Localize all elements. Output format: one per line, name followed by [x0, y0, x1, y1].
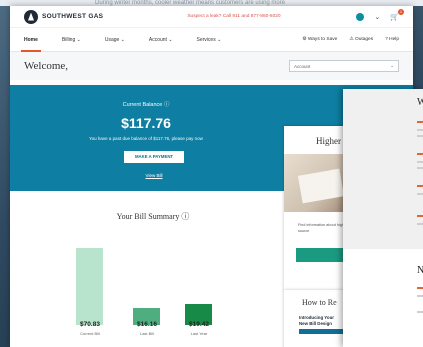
overlay-text-line [417, 129, 423, 131]
current-balance-amount: $117.76 [121, 115, 171, 131]
past-due-note: You have a past due balance of $117.76, … [89, 136, 203, 141]
bar-value-label: $70.83 [80, 321, 100, 328]
help-link[interactable]: ? Help [385, 37, 399, 42]
brand-name: SOUTHWEST GAS [42, 13, 104, 20]
overlay-text-line [417, 193, 423, 195]
bill-summary: Your Bill Summary ⓘ $70.83 Current Bill $1… [28, 211, 278, 347]
current-balance-text: Current Balance [122, 102, 163, 108]
ways-to-save-link[interactable]: ⚙ Ways to Save [302, 37, 337, 42]
overlay-heading-2: N [417, 265, 423, 276]
view-bill-link[interactable]: View Bill [10, 173, 298, 178]
user-circle-icon[interactable] [356, 12, 365, 21]
info-icon[interactable]: ⓘ [164, 102, 170, 108]
welcome-title: Welcome, [24, 60, 69, 72]
ways-to-save-label: Ways to Save [307, 37, 338, 42]
flame-logo-icon [24, 9, 38, 24]
info-icon[interactable]: ⓘ [181, 212, 189, 221]
outages-link[interactable]: ⚠ Outages [349, 37, 373, 42]
nav-services[interactable]: Services ⌄ [197, 28, 222, 52]
nav-usage[interactable]: Usage ⌄ [105, 28, 125, 52]
overlay-accent [417, 185, 423, 187]
current-balance-label: Current Balance ⓘ [10, 100, 282, 108]
overlay-panel: W N [343, 89, 423, 347]
chevron-down-icon: ⌄ [390, 63, 394, 68]
overlay-text-line [417, 161, 423, 163]
make-payment-button[interactable]: MAKE A PAYMENT [124, 151, 184, 163]
help-label: Help [389, 37, 399, 42]
outages-label: Outages [354, 37, 374, 42]
overlay-accent [417, 215, 423, 217]
main-nav: Home Billing ⌄ Usage ⌄ Account ⌄ Service… [10, 28, 413, 52]
overlay-text-line [417, 311, 423, 313]
brand-logo[interactable]: SOUTHWEST GAS [24, 9, 104, 24]
overlay-heading-1: W [417, 97, 423, 108]
account-dropdown-value: Account [294, 63, 311, 69]
bar-category-label: Current Bill [80, 331, 100, 336]
nav-home[interactable]: Home [21, 28, 41, 52]
image-stripe [299, 329, 347, 334]
welcome-row: Welcome, Account ⌄ [10, 52, 413, 80]
overlay-text-line [417, 295, 423, 297]
nav-account[interactable]: Account ⌄ [149, 28, 173, 52]
bar-value-label: $19.42 [189, 321, 209, 328]
overlay-accent [417, 287, 423, 289]
header-actions: ⌄ 🛒 1 [356, 8, 404, 21]
nav-billing[interactable]: Billing ⌄ [62, 28, 81, 52]
overlay-accent [417, 121, 423, 123]
account-dropdown[interactable]: Account ⌄ [289, 60, 399, 72]
overlay-text-line [417, 167, 423, 169]
bar-value-label: $16.16 [137, 321, 157, 328]
cart-badge: 1 [398, 8, 404, 15]
bill-summary-title-text: Your Bill Summary [116, 212, 180, 221]
chevron-down-icon[interactable]: ⌄ [374, 13, 380, 21]
bar-category-label: Last Bill [139, 331, 154, 336]
bill-summary-title: Your Bill Summary ⓘ [28, 211, 278, 222]
utility-links: ⚙ Ways to Save ⚠ Outages ? Help [302, 37, 399, 42]
leak-notice[interactable]: Suspect a leak? Call 911 and 877-860-602… [187, 14, 280, 19]
site-header: SOUTHWEST GAS Suspect a leak? Call 911 a… [10, 6, 413, 28]
overlay-text-line [417, 135, 423, 137]
overlay-text-line [417, 223, 423, 225]
bar-category-label: Last Year [190, 331, 208, 336]
overlay-accent [417, 153, 423, 155]
overlay-top: W [343, 89, 423, 249]
cart-icon[interactable]: 🛒 1 [390, 8, 404, 21]
bar-current-bill [76, 248, 103, 325]
